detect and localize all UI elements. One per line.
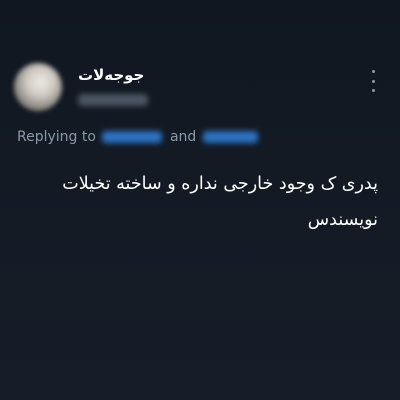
- display-name[interactable]: جوجه‌لات: [78, 66, 144, 84]
- more-dot-icon: [371, 79, 375, 83]
- tweet-text: پدری ک وجود خارجی نداره و ساخته تخیلات ن…: [62, 174, 378, 230]
- replying-to-line: Replying to and: [17, 128, 259, 146]
- mention-link-blurred[interactable]: [203, 131, 259, 143]
- replying-to-and: and: [169, 129, 197, 145]
- mention-link-blurred[interactable]: [101, 131, 162, 143]
- more-dot-icon: [371, 89, 375, 92]
- username-handle-blurred[interactable]: [78, 94, 148, 106]
- replying-to-label: Replying to: [17, 129, 96, 145]
- more-dot-icon: [371, 70, 375, 73]
- more-options-button[interactable]: [366, 70, 380, 92]
- tweet-card: جوجه‌لات Replying to and پدری ک وجود خار…: [0, 0, 400, 400]
- avatar[interactable]: [14, 63, 62, 111]
